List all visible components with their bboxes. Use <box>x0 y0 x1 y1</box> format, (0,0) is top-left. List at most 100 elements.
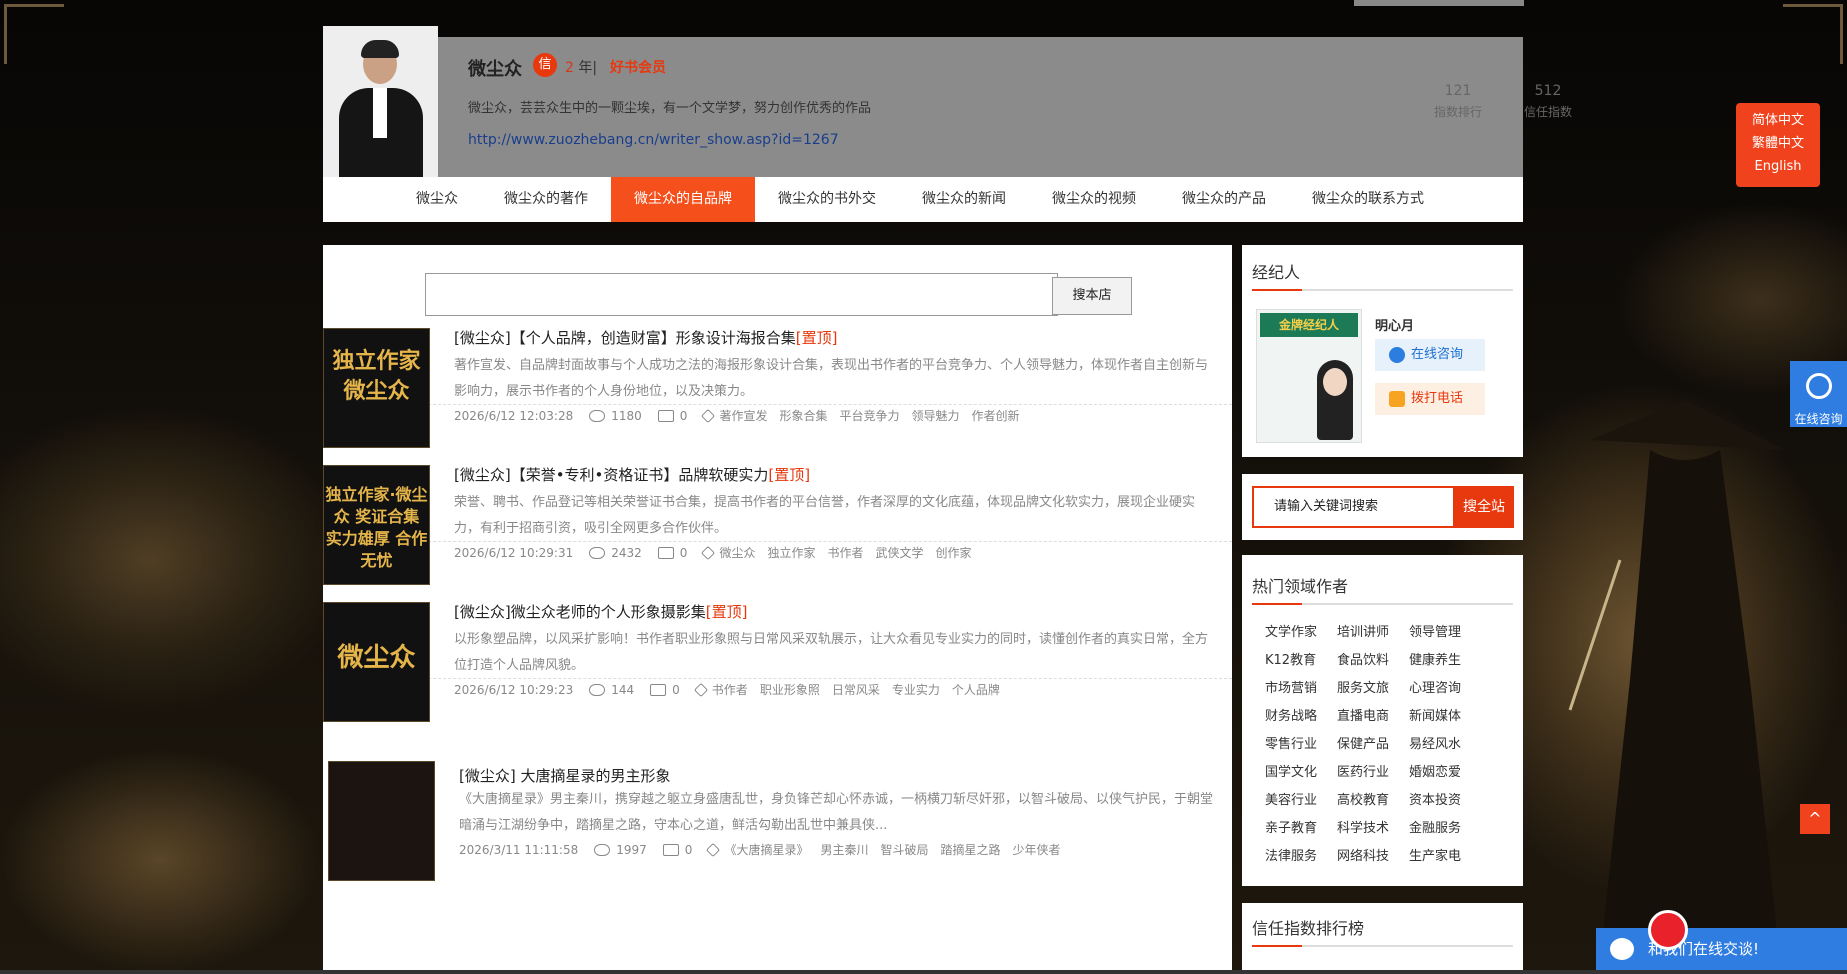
chat-bubble-icon <box>1610 938 1634 960</box>
tab-video[interactable]: 微尘众的视频 <box>1029 177 1159 222</box>
trust-badge: 信 <box>533 53 557 77</box>
ornament-corner-right <box>1783 4 1843 64</box>
hot-authors-panel: 热门领域作者 文学作家 培训讲师 领导管理 K12教育 食品饮料 健康养生 市场… <box>1242 555 1523 886</box>
hot-tag[interactable]: 法律服务 <box>1265 847 1337 867</box>
profile-header: 微尘众 信 2 年| 好书会员 微尘众，芸芸众生中的一颗尘埃，有一个文学梦，努力… <box>323 26 1572 177</box>
hot-tag[interactable]: K12教育 <box>1265 651 1337 671</box>
lang-traditional[interactable]: 繁體中文 <box>1736 132 1820 155</box>
hot-tag[interactable]: 国学文化 <box>1265 763 1337 783</box>
tab-diplomacy[interactable]: 微尘众的书外交 <box>755 177 899 222</box>
hot-tag[interactable]: 文学作家 <box>1265 623 1337 643</box>
trust-rank-heading: 信任指数排行榜 <box>1252 903 1513 947</box>
agent-image[interactable]: 金牌经纪人 <box>1256 309 1362 443</box>
author-description: 微尘众，芸芸众生中的一颗尘埃，有一个文学梦，努力创作优秀的作品 <box>468 101 872 116</box>
views-icon <box>594 843 611 856</box>
headset-icon <box>1806 373 1832 399</box>
online-consult-button[interactable]: 在线咨询 <box>1790 361 1847 427</box>
hot-tag[interactable]: 直播电商 <box>1337 707 1409 727</box>
list-item: 独立作家 微尘众 [微尘众]【个人品牌，创造财富】形象设计海报合集[置顶] 著作… <box>323 245 1232 448</box>
hot-tag[interactable]: 财务战略 <box>1265 707 1337 727</box>
hot-authors-heading: 热门领域作者 <box>1252 555 1513 605</box>
agent-heading: 经纪人 <box>1252 245 1513 291</box>
item-date: 2026/3/11 11:11:58 <box>459 842 579 857</box>
item-tag[interactable]: 男主秦川 <box>820 841 868 858</box>
hot-tag[interactable]: 网络科技 <box>1337 847 1409 867</box>
tag-icon <box>706 842 721 857</box>
hot-tag[interactable]: 金融服务 <box>1409 819 1481 839</box>
hot-tag[interactable]: 生产家电 <box>1409 847 1481 867</box>
item-tag[interactable]: 少年侠者 <box>1013 841 1061 858</box>
item-comments: 0 <box>684 842 693 857</box>
hot-tag[interactable]: 美容行业 <box>1265 791 1337 811</box>
tab-works[interactable]: 微尘众的著作 <box>481 177 611 222</box>
language-switcher: 简体中文 繁體中文 English <box>1736 103 1820 187</box>
tab-products[interactable]: 微尘众的产品 <box>1159 177 1289 222</box>
site-search-input[interactable]: 请输入关键词搜索 <box>1252 486 1455 528</box>
item-title[interactable]: [微尘众]【个人品牌，创造财富】形象设计海报合集[置顶] <box>454 327 837 348</box>
list-item: 微尘众 [微尘众]微尘众老师的个人形象摄影集[置顶] 以形象塑品牌，以风采扩影响… <box>323 519 1232 722</box>
item-views: 1997 <box>616 842 647 857</box>
hot-tag[interactable]: 科学技术 <box>1337 819 1409 839</box>
tab-home[interactable]: 微尘众 <box>393 177 481 222</box>
item-meta: 2026/3/11 11:11:58 1997 0 《大唐摘星录》 男主秦川 智… <box>459 841 1061 858</box>
item-tag[interactable]: 智斗破局 <box>880 841 928 858</box>
swordsman-silhouette <box>1568 400 1785 960</box>
hot-tag[interactable]: 婚姻恋爱 <box>1409 763 1481 783</box>
agent-call-button[interactable]: 拨打电话 <box>1375 383 1485 415</box>
item-description: 《大唐摘星录》男主秦川，携穿越之躯立身盛唐乱世，身负锋芒却心怀赤诚，一柄横刀斩尽… <box>459 792 1214 833</box>
hot-tag[interactable]: 新闻媒体 <box>1409 707 1481 727</box>
hot-tag[interactable]: 零售行业 <box>1265 735 1337 755</box>
tab-brand[interactable]: 微尘众的自品牌 <box>611 177 755 222</box>
ornament-corner-left <box>4 4 64 64</box>
member-level: 好书会员 <box>610 60 666 76</box>
phone-icon <box>1389 391 1405 407</box>
agent-name: 明心月 <box>1375 319 1415 334</box>
back-to-top-button[interactable]: ^ <box>1800 804 1830 834</box>
tab-contact[interactable]: 微尘众的联系方式 <box>1289 177 1447 222</box>
item-tag[interactable]: 《大唐摘星录》 <box>724 841 808 858</box>
item-title[interactable]: [微尘众] 大唐摘星录的男主形象 <box>459 765 670 786</box>
hot-tag[interactable]: 领导管理 <box>1409 623 1481 643</box>
author-name: 微尘众 <box>468 59 522 80</box>
site-search-panel: 请输入关键词搜索 搜全站 <box>1242 474 1523 540</box>
lang-english[interactable]: English <box>1736 155 1820 178</box>
comment-icon <box>662 843 679 856</box>
site-search-button[interactable]: 搜全站 <box>1454 486 1514 528</box>
hot-tag[interactable]: 心理咨询 <box>1409 679 1481 699</box>
author-avatar[interactable] <box>323 26 438 177</box>
bottom-strip <box>0 970 1847 974</box>
item-tag[interactable]: 踏摘星之路 <box>940 841 1000 858</box>
hot-tag[interactable]: 易经风水 <box>1409 735 1481 755</box>
agent-panel: 经纪人 金牌经纪人 明心月 在线咨询 拨打电话 <box>1242 245 1523 457</box>
item-thumbnail[interactable] <box>328 761 435 881</box>
author-nav: 微尘众 微尘众的著作 微尘众的自品牌 微尘众的书外交 微尘众的新闻 微尘众的视频… <box>323 177 1523 222</box>
item-title[interactable]: [微尘众]【荣誉•专利•资格证书】品牌软硬实力[置顶] <box>454 464 810 485</box>
author-url-link[interactable]: http://www.zuozhebang.cn/writer_show.asp… <box>468 132 839 148</box>
chat-icon <box>1389 347 1405 363</box>
hot-tag[interactable]: 服务文旅 <box>1337 679 1409 699</box>
live-chat-bar[interactable]: 和我们在线交谈! <box>1596 928 1847 970</box>
agent-chat-button[interactable]: 在线咨询 <box>1375 339 1485 371</box>
hot-tag[interactable]: 保健产品 <box>1337 735 1409 755</box>
item-title[interactable]: [微尘众]微尘众老师的个人形象摄影集[置顶] <box>454 601 747 622</box>
hot-tag[interactable]: 健康养生 <box>1409 651 1481 671</box>
main-content: 搜本店 独立作家 微尘众 [微尘众]【个人品牌，创造财富】形象设计海报合集[置顶… <box>323 245 1232 974</box>
hot-tag[interactable]: 亲子教育 <box>1265 819 1337 839</box>
top-scroll-indicator <box>1354 0 1524 6</box>
hot-tag[interactable]: 资本投资 <box>1409 791 1481 811</box>
hot-tag[interactable]: 医药行业 <box>1337 763 1409 783</box>
hot-tags: 文学作家 培训讲师 领导管理 K12教育 食品饮料 健康养生 市场营销 服务文旅… <box>1252 605 1513 867</box>
hot-tag[interactable]: 高校教育 <box>1337 791 1409 811</box>
stat-rank: 121 指数排行 <box>1433 83 1482 119</box>
list-item: 独立作家·微尘众 奖证合集 实力雄厚 合作无忧 [微尘众]【荣誉•专利•资格证书… <box>323 382 1232 585</box>
tab-news[interactable]: 微尘众的新闻 <box>899 177 1029 222</box>
list-item: [微尘众] 大唐摘星录的男主形象 《大唐摘星录》男主秦川，携穿越之躯立身盛唐乱世… <box>323 665 1232 881</box>
stat-trust: 512 信任指数 <box>1523 83 1572 119</box>
hot-tag[interactable]: 培训讲师 <box>1337 623 1409 643</box>
trust-rank-panel: 信任指数排行榜 <box>1242 903 1523 974</box>
hot-tag[interactable]: 市场营销 <box>1265 679 1337 699</box>
lang-simplified[interactable]: 简体中文 <box>1736 109 1820 132</box>
member-years: 2 年| <box>565 60 598 76</box>
chat-notification-badge[interactable] <box>1648 910 1688 950</box>
hot-tag[interactable]: 食品饮料 <box>1337 651 1409 671</box>
